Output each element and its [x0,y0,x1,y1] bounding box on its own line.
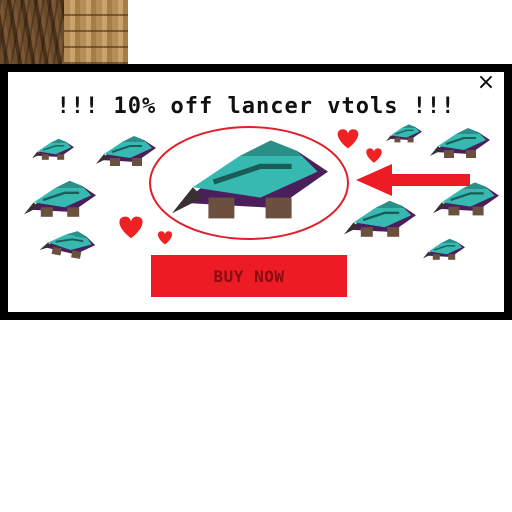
heart-icon [157,231,173,245]
heart-icon [337,129,359,149]
arrow-left-icon [356,164,470,196]
vtol-ship-icon [31,138,75,161]
heart-icon [366,148,382,163]
vtol-ship-icon [342,199,418,239]
wood-tile-planks [64,0,128,64]
ad-popup: !!! 10% off lancer vtols !!! × BUY NOW [0,64,512,320]
vtol-ship-icon [385,123,423,143]
vtol-ship-icon [38,224,98,262]
vtol-ship-icon [95,135,157,167]
vtol-ship-icon [431,181,501,217]
close-icon[interactable]: × [474,72,498,96]
ad-popup-content: !!! 10% off lancer vtols !!! × BUY NOW [8,72,504,312]
featured-vtol-ship [172,140,328,218]
wood-tile-dark [0,0,64,64]
vtol-ship-icon [22,179,98,219]
promo-headline: !!! 10% off lancer vtols !!! [56,94,456,119]
vtol-ship-icon [422,238,466,261]
vtol-ship-icon [429,127,491,159]
buy-now-button[interactable]: BUY NOW [151,255,347,297]
heart-icon [119,216,143,239]
